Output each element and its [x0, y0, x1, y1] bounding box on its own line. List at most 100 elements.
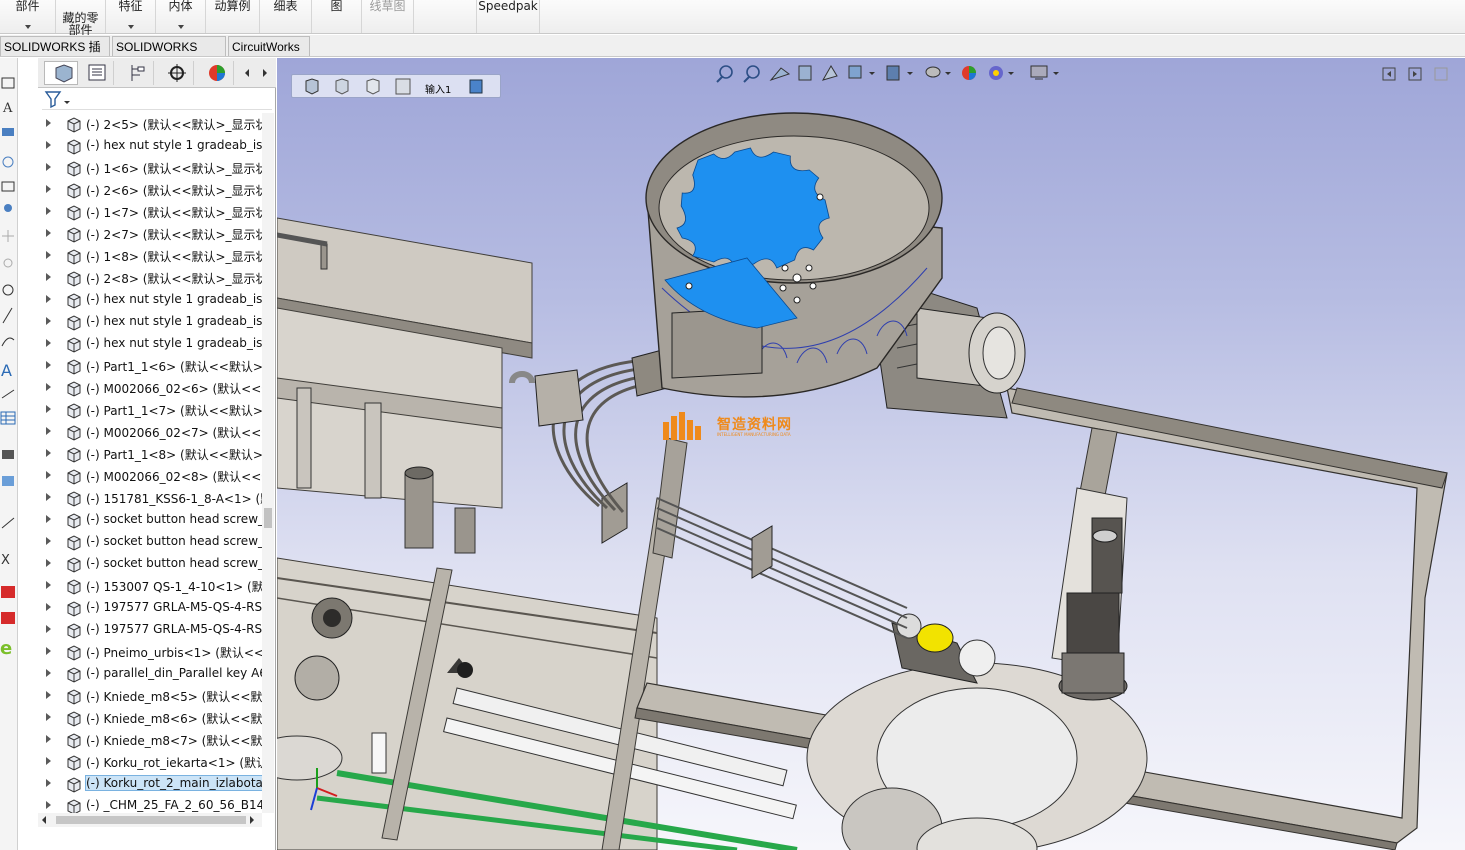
part-icon[interactable]: [366, 78, 380, 95]
tab-configuration-manager[interactable]: [120, 61, 154, 85]
tree-row[interactable]: (-) Pneimo_urbis<1> (默认<<影: [38, 641, 262, 663]
expand-arrow-icon[interactable]: [46, 559, 51, 567]
tree-row[interactable]: (-) Korku_rot_2_main_izlabotai: [38, 773, 262, 795]
note-icon[interactable]: A: [2, 101, 13, 116]
ribbon-item-body[interactable]: 内体: [156, 0, 206, 33]
expand-arrow-icon[interactable]: [46, 603, 51, 611]
expand-arrow-icon[interactable]: [46, 581, 51, 589]
expand-arrow-icon[interactable]: [46, 779, 51, 787]
dynamic-annotation-icon[interactable]: [821, 65, 838, 81]
import-body-icon[interactable]: [395, 78, 411, 95]
tree-row[interactable]: (-) Korku_rot_iekarta<1> (默认: [38, 751, 262, 773]
balloon-icon[interactable]: [2, 156, 14, 168]
hole-callout-icon[interactable]: [2, 476, 14, 486]
zoom-area-icon[interactable]: [743, 65, 760, 83]
tree-row[interactable]: (-) _CHM_25_FA_2_60_56_B14_I: [38, 795, 262, 813]
expand-arrow-icon[interactable]: [46, 713, 51, 721]
expand-arrow-icon[interactable]: [46, 163, 51, 171]
apply-scene-icon[interactable]: [989, 66, 1014, 80]
ribbon-item-hidden-components[interactable]: 藏的零 部件: [56, 0, 106, 36]
expand-arrow-icon[interactable]: [46, 383, 51, 391]
hide-show-items-icon[interactable]: [925, 66, 951, 78]
tree-row[interactable]: (-) socket button head screw_: [38, 553, 262, 575]
edit-appearance-icon[interactable]: [962, 66, 976, 80]
tree-vertical-scrollbar[interactable]: [262, 113, 274, 813]
tree-row[interactable]: (-) M002066_02<7> (默认<<影: [38, 421, 262, 443]
text-icon[interactable]: A: [1, 361, 12, 380]
ribbon-item-component[interactable]: 部件: [0, 0, 56, 33]
tree-row[interactable]: (-) 1<7> (默认<<默认>_显示状: [38, 201, 262, 223]
ribbon-item-motion-study[interactable]: 动算例: [206, 0, 260, 33]
tab-display-manager[interactable]: [200, 61, 234, 85]
expand-arrow-icon[interactable]: [46, 317, 51, 325]
body-color-icon[interactable]: [469, 79, 483, 94]
tab-dimxpert-manager[interactable]: [160, 61, 194, 85]
ribbon-item-feature[interactable]: 特征: [106, 0, 156, 33]
tree-row[interactable]: (-) Kniede_m8<6> (默认<<默认: [38, 707, 262, 729]
tree-row[interactable]: (-) 2<7> (默认<<默认>_显示状: [38, 223, 262, 245]
tab-circuitworks[interactable]: CircuitWorks: [228, 36, 310, 56]
section-view-icon[interactable]: [798, 65, 812, 81]
expand-arrow-icon[interactable]: [46, 185, 51, 193]
tree-row[interactable]: (-) 197577 GRLA-M5-QS-4-RS: [38, 597, 262, 619]
tree-row[interactable]: (-) hex nut style 1 gradeab_isc: [38, 333, 262, 355]
tree-row[interactable]: (-) hex nut style 1 gradeab_isc: [38, 311, 262, 333]
tree-filter-bar[interactable]: [42, 88, 272, 110]
tree-row[interactable]: (-) 197577 GRLA-M5-QS-4-RS: [38, 619, 262, 641]
expand-arrow-icon[interactable]: [46, 207, 51, 215]
spline-icon[interactable]: [1, 337, 15, 347]
grid-table-icon[interactable]: [0, 411, 16, 425]
tab-solidworks-addins[interactable]: SOLIDWORKS 插件: [0, 36, 110, 74]
tree-row[interactable]: (-) Part1_1<8> (默认<<默认>_: [38, 443, 262, 465]
expand-arrow-icon[interactable]: [46, 471, 51, 479]
ribbon-item-view[interactable]: 图: [312, 0, 362, 33]
display-style-icon[interactable]: [886, 65, 913, 81]
assembly-icon[interactable]: [305, 78, 319, 95]
sub-assembly-icon[interactable]: [335, 78, 349, 95]
scrollbar-thumb[interactable]: [264, 508, 272, 528]
ribbon-item-sketch[interactable]: 线草图: [362, 0, 414, 33]
ribbon-item-bom[interactable]: 细表: [260, 0, 312, 33]
expand-arrow-icon[interactable]: [46, 515, 51, 523]
pdf-export-icon[interactable]: [1, 612, 15, 624]
tree-row[interactable]: (-) M002066_02<8> (默认<<影: [38, 465, 262, 487]
zoom-to-fit-icon[interactable]: [716, 65, 733, 83]
expand-arrow-icon[interactable]: [46, 119, 51, 127]
expand-arrow-icon[interactable]: [46, 669, 51, 677]
expand-arrow-icon[interactable]: [46, 757, 51, 765]
camera-icon[interactable]: [2, 128, 14, 136]
tree-horizontal-scrollbar[interactable]: [38, 813, 262, 827]
view-orientation-icon[interactable]: [848, 65, 875, 79]
expand-arrow-icon[interactable]: [46, 361, 51, 369]
tab-scroll-right[interactable]: [258, 66, 272, 80]
edrawings-icon[interactable]: e: [0, 638, 12, 659]
tab-feature-manager[interactable]: [44, 61, 78, 85]
expand-arrow-icon[interactable]: [46, 273, 51, 281]
pdf-icon[interactable]: [1, 586, 15, 598]
expand-arrow-icon[interactable]: [46, 141, 51, 149]
tab-solidworks-mbd[interactable]: SOLIDWORKS MBD: [112, 36, 226, 74]
expand-arrow-icon[interactable]: [46, 691, 51, 699]
tree-row[interactable]: (-) socket button head screw_: [38, 509, 262, 531]
weld-icon[interactable]: [1, 517, 15, 529]
expand-arrow-icon[interactable]: [46, 493, 51, 501]
tree-row[interactable]: (-) Part1_1<7> (默认<<默认>_: [38, 399, 262, 421]
table-icon[interactable]: [1, 181, 15, 192]
expand-arrow-icon[interactable]: [46, 449, 51, 457]
collapse-left-icon[interactable]: [1382, 67, 1396, 81]
sketch-line-icon[interactable]: [2, 307, 13, 324]
section-icon[interactable]: [2, 284, 14, 296]
tree-row[interactable]: (-) Kniede_m8<7> (默认<<默认: [38, 729, 262, 751]
tab-scroll-left[interactable]: [240, 66, 254, 80]
tree-row[interactable]: (-) 153007 QS-1_4-10<1> (默认: [38, 575, 262, 597]
view-settings-icon[interactable]: [1030, 65, 1059, 80]
camera-view-icon[interactable]: [2, 450, 14, 459]
tree-row[interactable]: (-) 2<6> (默认<<默认>_显示状: [38, 179, 262, 201]
expand-arrow-icon[interactable]: [46, 339, 51, 347]
more-icon[interactable]: [1434, 67, 1448, 81]
tree-row[interactable]: (-) parallel_din_Parallel key A6: [38, 663, 262, 685]
expand-arrow-icon[interactable]: [46, 647, 51, 655]
graphics-area[interactable]: 输入1 智造资料网 INTELLIGENT MANUFACTURING DATA: [277, 58, 1465, 850]
tab-property-manager[interactable]: [80, 61, 114, 85]
assembly-model-view[interactable]: [277, 58, 1465, 850]
